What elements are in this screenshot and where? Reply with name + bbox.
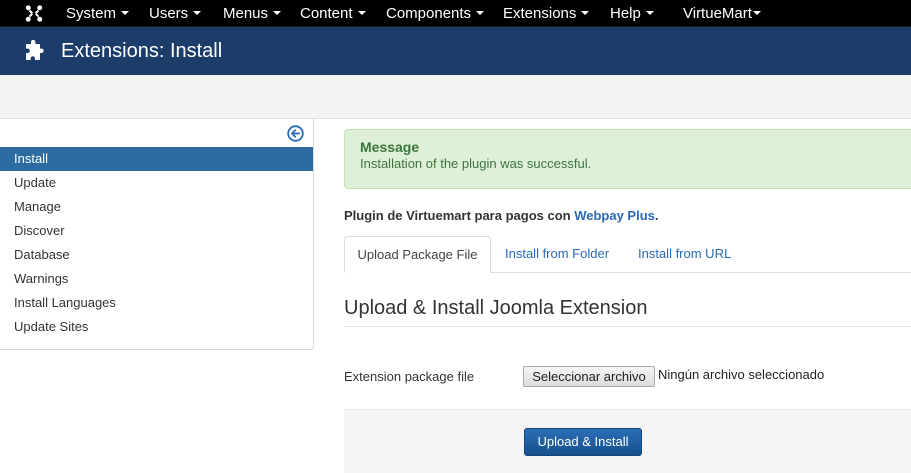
nav-help-label: Help: [610, 5, 641, 22]
nav-help[interactable]: Help: [610, 0, 654, 27]
nav-menus-label: Menus: [223, 5, 269, 22]
alert-heading: Message: [360, 139, 420, 155]
choose-file-button[interactable]: Seleccionar archivo: [523, 366, 655, 387]
nav-content-label: Content: [300, 5, 353, 22]
sidebar-item-update[interactable]: Update: [0, 171, 313, 195]
nav-virtuemart[interactable]: VirtueMart: [683, 0, 761, 27]
tab-install-from-folder[interactable]: Install from Folder: [505, 236, 609, 273]
sidebar-item-warnings[interactable]: Warnings: [0, 267, 313, 291]
nav-virtuemart-label: VirtueMart: [683, 5, 752, 22]
plugin-description-suffix: .: [654, 208, 659, 223]
nav-extensions-label: Extensions: [503, 5, 577, 22]
sidebar-item-install-languages[interactable]: Install Languages: [0, 291, 313, 315]
caret-down-icon: [645, 11, 654, 16]
nav-components-label: Components: [386, 5, 472, 22]
caret-down-icon: [273, 11, 282, 16]
sidebar-item-manage[interactable]: Manage: [0, 195, 313, 219]
caret-down-icon: [752, 11, 761, 16]
file-status: Ningún archivo seleccionado: [658, 367, 825, 382]
nav-content[interactable]: Content: [300, 0, 366, 27]
section-title: Upload & Install Joomla Extension: [344, 297, 648, 319]
nav-menus[interactable]: Menus: [223, 0, 282, 27]
nav-extensions[interactable]: Extensions: [503, 0, 590, 27]
sidebar-item-discover[interactable]: Discover: [0, 219, 313, 243]
sidebar-item-update-sites[interactable]: Update Sites: [0, 315, 313, 339]
toolbar-strip: [0, 75, 911, 119]
sidebar: Install Update Manage Discover Database …: [0, 119, 314, 350]
nav-system[interactable]: System: [66, 0, 130, 27]
nav-users-label: Users: [149, 5, 189, 22]
nav-components[interactable]: Components: [386, 0, 485, 27]
caret-down-icon: [476, 11, 485, 16]
caret-down-icon: [357, 11, 366, 16]
caret-down-icon: [121, 11, 130, 16]
plugin-description-text: Plugin de Virtuemart para pagos con: [344, 208, 575, 223]
sidebar-item-install[interactable]: Install: [0, 147, 313, 171]
page-header: Extensions: Install: [0, 27, 911, 75]
success-alert: Message Installation of the plugin was s…: [344, 129, 911, 189]
extension-package-label: Extension package file: [344, 369, 475, 384]
puzzle-icon: [26, 40, 44, 60]
upload-install-button[interactable]: Upload & Install: [524, 428, 642, 456]
sidebar-item-database[interactable]: Database: [0, 243, 313, 267]
tab-install-from-url[interactable]: Install from URL: [638, 236, 731, 273]
alert-message: Installation of the plugin was successfu…: [360, 156, 592, 171]
page-title: Extensions: Install: [61, 40, 223, 62]
caret-down-icon: [193, 11, 202, 16]
arrow-left-circle-icon[interactable]: [287, 125, 304, 142]
top-navbar: System Users Menus Content Components Ex…: [0, 0, 911, 27]
form-actions: Upload & Install: [344, 409, 911, 473]
nav-users[interactable]: Users: [149, 0, 202, 27]
tab-upload-package-file[interactable]: Upload Package File: [344, 236, 491, 273]
plugin-link[interactable]: Webpay Plus: [574, 208, 655, 223]
caret-down-icon: [581, 11, 590, 16]
nav-system-label: System: [66, 5, 117, 22]
plugin-description: Plugin de Virtuemart para pagos con Webp…: [344, 208, 659, 223]
joomla-logo-icon[interactable]: [24, 4, 44, 23]
section-divider: [344, 326, 911, 327]
